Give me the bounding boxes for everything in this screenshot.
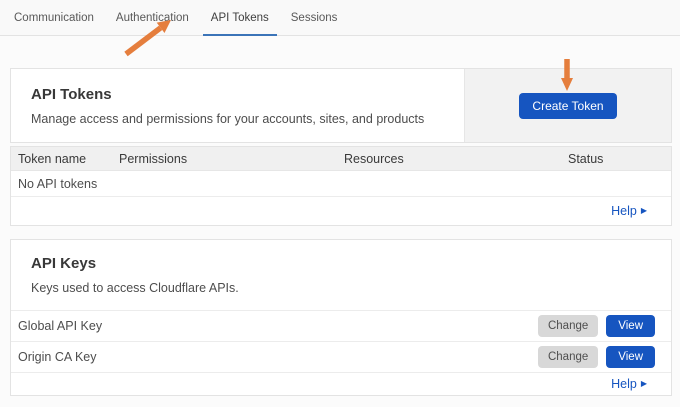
column-header-resources: Resources: [344, 152, 568, 166]
keys-help-row: Help ▶: [11, 372, 671, 395]
tokens-table: Token name Permissions Resources Status …: [10, 146, 672, 226]
tokens-help-row: Help ▶: [11, 197, 671, 225]
create-token-panel: Create Token: [464, 69, 671, 142]
tab-api-tokens[interactable]: API Tokens: [203, 0, 277, 35]
api-keys-card: API Keys Keys used to access Cloudflare …: [10, 239, 672, 396]
api-keys-subtitle: Keys used to access Cloudflare APIs.: [31, 281, 651, 295]
help-label: Help: [611, 204, 637, 218]
create-token-button[interactable]: Create Token: [519, 93, 616, 119]
keys-help-link[interactable]: Help ▶: [611, 377, 647, 391]
key-name-label: Origin CA Key: [18, 350, 538, 364]
api-tokens-title: API Tokens: [31, 86, 444, 103]
api-keys-header: API Keys Keys used to access Cloudflare …: [11, 240, 671, 310]
api-keys-title: API Keys: [31, 255, 651, 272]
tokens-help-link[interactable]: Help ▶: [611, 204, 647, 218]
column-header-token-name: Token name: [18, 152, 119, 166]
profile-tabs: Communication Authentication API Tokens …: [0, 0, 680, 36]
column-header-status: Status: [568, 152, 671, 166]
change-global-api-key-button[interactable]: Change: [538, 315, 598, 337]
api-tokens-card: API Tokens Manage access and permissions…: [10, 68, 672, 143]
api-tokens-subtitle: Manage access and permissions for your a…: [31, 112, 444, 126]
tokens-table-header: Token name Permissions Resources Status: [11, 147, 671, 171]
tab-authentication[interactable]: Authentication: [108, 0, 197, 35]
key-row-origin-ca-key: Origin CA Key Change View: [11, 341, 671, 372]
tab-sessions[interactable]: Sessions: [283, 0, 346, 35]
view-global-api-key-button[interactable]: View: [606, 315, 655, 337]
tokens-empty-message: No API tokens: [18, 177, 97, 191]
key-name-label: Global API Key: [18, 319, 538, 333]
api-tokens-card-text: API Tokens Manage access and permissions…: [11, 69, 464, 142]
column-header-permissions: Permissions: [119, 152, 344, 166]
tokens-empty-row: No API tokens: [11, 171, 671, 197]
chevron-right-icon: ▶: [641, 380, 647, 388]
change-origin-ca-key-button[interactable]: Change: [538, 346, 598, 368]
key-row-global-api-key: Global API Key Change View: [11, 310, 671, 341]
tab-communication[interactable]: Communication: [6, 0, 102, 35]
help-label: Help: [611, 377, 637, 391]
chevron-right-icon: ▶: [641, 207, 647, 215]
view-origin-ca-key-button[interactable]: View: [606, 346, 655, 368]
